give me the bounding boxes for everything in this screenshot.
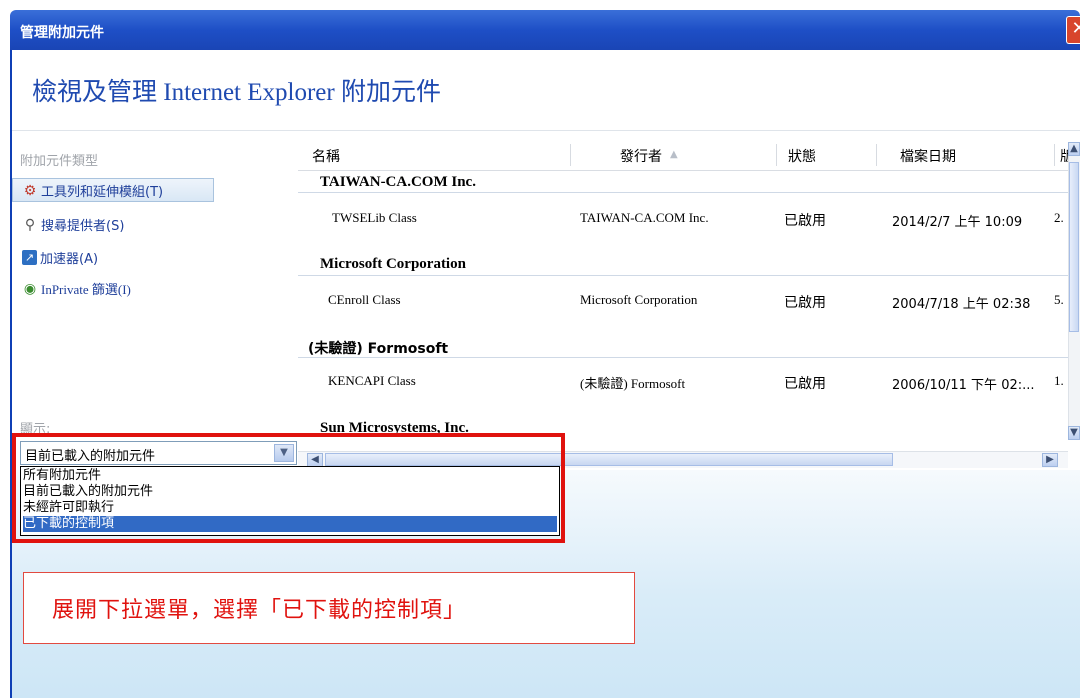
group-divider xyxy=(298,275,1068,276)
cell-publisher: (未驗證) Formosoft xyxy=(580,376,686,391)
cell-version: 2. xyxy=(1054,210,1064,225)
window-title: 管理附加元件 xyxy=(20,25,104,41)
table-row[interactable]: CEnroll Class Microsoft Corporation 已啟用 … xyxy=(298,286,1068,314)
category-inprivate[interactable]: ◉ InPrivate 篩選(I) xyxy=(22,279,131,298)
table-row[interactable]: TWSELib Class TAIWAN-CA.COM Inc. 已啟用 201… xyxy=(298,204,1068,232)
cell-version: 1. xyxy=(1054,373,1064,388)
cell-publisher: TAIWAN-CA.COM Inc. xyxy=(580,210,709,225)
chevron-down-icon: ▼ xyxy=(1070,427,1078,438)
scroll-down-button[interactable]: ▼ xyxy=(1068,426,1080,440)
cell-name: CEnroll Class xyxy=(328,292,401,307)
category-toolbars[interactable]: ⚙ 工具列和延伸模組(T) xyxy=(22,181,164,201)
cell-name: KENCAPI Class xyxy=(328,373,416,388)
close-icon: ✕ xyxy=(1071,18,1080,39)
cell-name: TWSELib Class xyxy=(332,210,417,225)
cell-version: 5. xyxy=(1054,292,1064,307)
column-version[interactable]: 版 xyxy=(1060,146,1068,166)
gear-icon: ⚙ xyxy=(23,182,37,199)
cell-status: 已啟用 xyxy=(784,376,826,392)
chevron-right-icon: ▶ xyxy=(1046,454,1054,465)
category-label: InPrivate 篩選(I) xyxy=(41,282,131,297)
search-icon: ⚲ xyxy=(24,216,36,233)
category-label: 搜尋提供者(S) xyxy=(41,219,125,234)
column-publisher[interactable]: 發行者 xyxy=(620,146,662,166)
group-header[interactable]: Microsoft Corporation xyxy=(320,256,466,273)
chevron-up-icon: ▲ xyxy=(1070,143,1078,154)
column-divider[interactable] xyxy=(1054,144,1055,166)
page-title: 檢視及管理 Internet Explorer 附加元件 xyxy=(32,79,441,106)
close-button[interactable]: ✕ xyxy=(1066,16,1080,44)
addon-types-caption: 附加元件類型 xyxy=(20,154,99,169)
sort-ascending-icon: ▲ xyxy=(670,149,678,160)
highlight-box xyxy=(12,433,565,543)
scroll-up-button[interactable]: ▲ xyxy=(1068,142,1080,156)
cell-publisher: Microsoft Corporation xyxy=(580,292,698,307)
instruction-text: 展開下拉選單，選擇「已下載的控制項」 xyxy=(52,598,467,623)
column-file-date[interactable]: 檔案日期 xyxy=(900,146,956,166)
inprivate-icon: ◉ xyxy=(23,280,37,297)
column-divider[interactable] xyxy=(570,144,571,166)
cell-status: 已啟用 xyxy=(784,295,826,311)
column-divider[interactable] xyxy=(876,144,877,166)
column-divider[interactable] xyxy=(776,144,777,166)
cell-date: 2014/2/7 上午 10:09 xyxy=(892,215,1023,230)
group-header[interactable]: TAIWAN-CA.COM Inc. xyxy=(320,174,476,191)
category-label: 加速器(A) xyxy=(40,252,99,267)
header: 檢視及管理 Internet Explorer 附加元件 xyxy=(12,50,1080,130)
title-bar[interactable]: 管理附加元件 ✕ xyxy=(10,10,1080,50)
group-divider xyxy=(298,357,1068,358)
group-divider xyxy=(298,192,1068,193)
addon-list: 名稱 發行者 ▲ 狀態 檔案日期 版 TAIWAN-CA.COM Inc. TW… xyxy=(298,142,1068,438)
category-label: 工具列和延伸模組(T) xyxy=(41,185,164,200)
cell-date: 2004/7/18 上午 02:38 xyxy=(892,297,1031,312)
scroll-right-button[interactable]: ▶ xyxy=(1042,453,1058,467)
cell-date: 2006/10/11 下午 02:... xyxy=(892,378,1035,393)
group-header[interactable]: (未驗證) Formosoft xyxy=(308,338,448,358)
category-search-providers[interactable]: ⚲ 搜尋提供者(S) xyxy=(22,215,125,235)
column-status[interactable]: 狀態 xyxy=(788,146,816,166)
accelerator-icon: ↗ xyxy=(22,250,37,265)
column-name[interactable]: 名稱 xyxy=(312,146,340,166)
vertical-scroll-thumb[interactable] xyxy=(1069,162,1079,332)
instruction-callout: 展開下拉選單，選擇「已下載的控制項」 xyxy=(23,572,635,644)
table-row[interactable]: KENCAPI Class (未驗證) Formosoft 已啟用 2006/1… xyxy=(298,367,1068,395)
list-header: 名稱 發行者 ▲ 狀態 檔案日期 版 xyxy=(298,142,1068,171)
category-accelerators[interactable]: ↗ 加速器(A) xyxy=(22,248,98,267)
cell-status: 已啟用 xyxy=(784,213,826,229)
